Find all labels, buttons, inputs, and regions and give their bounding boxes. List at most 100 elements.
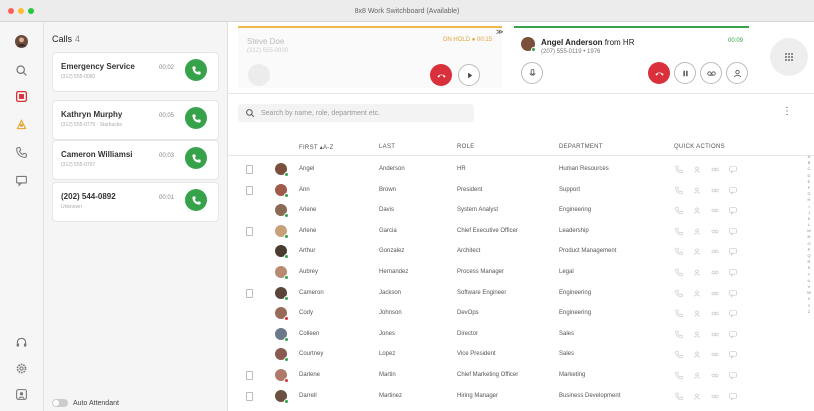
voicemail-action-icon[interactable] (710, 289, 720, 298)
voicemail-action-icon[interactable] (710, 247, 720, 256)
call-action-icon[interactable] (674, 371, 684, 380)
chat-action-icon[interactable] (728, 392, 738, 401)
call-action-icon[interactable] (674, 227, 684, 236)
table-row[interactable]: Courtney Lopez Vice President Sales (228, 345, 814, 365)
mute-button[interactable] (521, 62, 543, 84)
voicemail-action-icon[interactable] (710, 206, 720, 215)
transfer-action-icon[interactable] (692, 268, 702, 277)
document-icon[interactable] (246, 391, 253, 401)
header-department[interactable]: DEPARTMENT (559, 144, 603, 150)
call-card[interactable]: Kathryn Murphy (312) 555-0779 · Starbuck… (52, 100, 219, 140)
chat-icon[interactable] (12, 171, 30, 189)
transfer-action-icon[interactable] (692, 206, 702, 215)
call-card[interactable]: Cameron Williamsi (312) 555-0707 00:03 (52, 140, 219, 180)
call-action-icon[interactable] (674, 330, 684, 339)
voicemail-action-icon[interactable] (710, 392, 720, 401)
voicemail-button[interactable] (700, 62, 722, 84)
answer-call-button[interactable] (185, 189, 207, 211)
more-options-icon[interactable]: ⋮ (782, 106, 792, 117)
call-action-icon[interactable] (674, 350, 684, 359)
search-input[interactable]: Search by name, role, department etc. (238, 104, 474, 122)
headset-icon[interactable] (12, 333, 30, 351)
voicemail-action-icon[interactable] (710, 371, 720, 380)
header-first[interactable]: FIRST ▴A-Z (299, 144, 334, 151)
transfer-action-icon[interactable] (692, 350, 702, 359)
call-action-icon[interactable] (674, 206, 684, 215)
profile-icon[interactable] (12, 385, 30, 403)
chat-action-icon[interactable] (728, 186, 738, 195)
user-avatar[interactable] (12, 32, 30, 50)
table-row[interactable]: Aubrey Hernandez Process Manager Legal (228, 263, 814, 283)
voicemail-action-icon[interactable] (710, 227, 720, 236)
dialpad-button[interactable] (770, 38, 808, 76)
transfer-icon[interactable] (248, 64, 270, 86)
table-row[interactable]: Arlene Davis System Analyst Engineering (228, 201, 814, 221)
voicemail-action-icon[interactable] (710, 186, 720, 195)
alpha-index-letter[interactable]: Z (804, 309, 814, 315)
table-row[interactable]: Cameron Jackson Software Engineer Engineeri… (228, 284, 814, 304)
call-action-icon[interactable] (674, 309, 684, 318)
transfer-button[interactable] (726, 62, 748, 84)
table-row[interactable]: Ann Brown President Support (228, 181, 814, 201)
chat-action-icon[interactable] (728, 371, 738, 380)
hangup-button[interactable] (430, 64, 452, 86)
chat-action-icon[interactable] (728, 227, 738, 236)
held-call-card[interactable]: Steve Doe (312) 555-0000 ON HOLD ● 00:15 (238, 26, 502, 88)
document-icon[interactable] (246, 165, 253, 174)
voicemail-action-icon[interactable] (710, 165, 720, 174)
header-last[interactable]: LAST (379, 144, 395, 150)
voicemail-action-icon[interactable] (710, 350, 720, 359)
table-row[interactable]: Colleen Jones Director Sales (228, 325, 814, 345)
answer-call-button[interactable] (185, 59, 207, 81)
answer-call-button[interactable] (185, 147, 207, 169)
chat-action-icon[interactable] (728, 289, 738, 298)
voicemail-action-icon[interactable] (710, 268, 720, 277)
transfer-action-icon[interactable] (692, 371, 702, 380)
call-action-icon[interactable] (674, 165, 684, 174)
transfer-action-icon[interactable] (692, 186, 702, 195)
document-icon[interactable] (246, 371, 253, 380)
call-action-icon[interactable] (674, 247, 684, 256)
settings-icon[interactable] (12, 359, 30, 377)
table-row[interactable]: Arthur Gonzalez Architect Product Managemen… (228, 242, 814, 262)
chat-action-icon[interactable] (728, 309, 738, 318)
table-row[interactable]: Angel Anderson HR Human Resources (228, 160, 814, 180)
document-icon[interactable] (246, 288, 253, 298)
answer-call-button[interactable] (185, 107, 207, 129)
chat-action-icon[interactable] (728, 165, 738, 174)
voicemail-action-icon[interactable] (710, 330, 720, 339)
chat-action-icon[interactable] (728, 350, 738, 360)
transfer-action-icon[interactable] (692, 247, 702, 256)
active-call-card[interactable]: Angel Anderson from HR (207) 555-0119 • … (514, 26, 749, 88)
chat-action-icon[interactable] (728, 206, 738, 215)
phone-icon[interactable] (12, 143, 30, 161)
transfer-action-icon[interactable] (692, 392, 702, 401)
contacts-icon[interactable] (12, 115, 30, 133)
call-action-icon[interactable] (674, 392, 684, 401)
table-row[interactable]: Darlene Martin Chief Marketing Officer Mark… (228, 366, 814, 386)
document-icon[interactable] (246, 185, 253, 195)
auto-attendant-toggle[interactable] (52, 399, 68, 407)
transfer-action-icon[interactable] (692, 309, 702, 318)
table-row[interactable]: Arlene Garcia Chief Executive Officer Leade… (228, 222, 814, 242)
transfer-action-icon[interactable] (692, 330, 702, 339)
transfer-action-icon[interactable] (692, 227, 702, 236)
call-card[interactable]: Emergency Service (312) 555-0060 00:02 (52, 52, 219, 92)
table-row[interactable]: Cody Johnson DevOps Engineering (228, 304, 814, 324)
call-card[interactable]: (202) 544-0892 Unknown 00:01 (52, 182, 219, 222)
chat-action-icon[interactable] (728, 268, 738, 277)
chat-action-icon[interactable] (728, 247, 738, 257)
resume-button[interactable] (458, 64, 480, 86)
transfer-action-icon[interactable] (692, 289, 702, 298)
call-action-icon[interactable] (674, 268, 684, 277)
switchboard-icon[interactable] (12, 87, 30, 105)
hangup-button[interactable] (648, 62, 670, 84)
call-action-icon[interactable] (674, 289, 684, 298)
hold-button[interactable] (674, 62, 696, 84)
document-icon[interactable] (246, 226, 253, 236)
call-action-icon[interactable] (674, 186, 684, 195)
table-row[interactable]: Darrell Martinez Hiring Manager Business De… (228, 387, 814, 407)
header-role[interactable]: ROLE (457, 144, 475, 150)
transfer-action-icon[interactable] (692, 165, 702, 174)
chat-action-icon[interactable] (728, 330, 738, 339)
